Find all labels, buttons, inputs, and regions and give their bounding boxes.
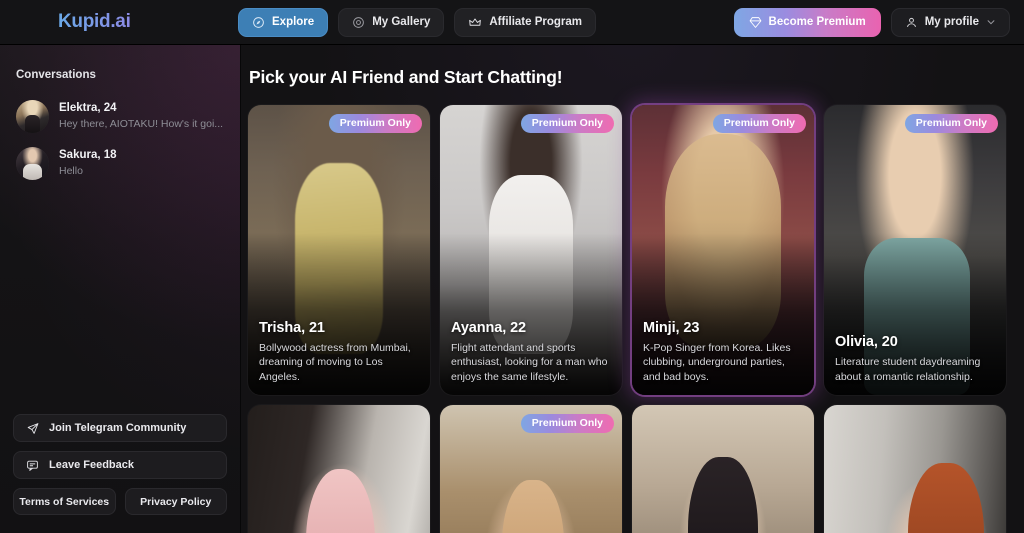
join-telegram-label: Join Telegram Community [49,422,187,434]
sidebar: Conversations Elektra, 24 Hey there, AIO… [0,45,241,533]
character-card-row2-1[interactable] [248,405,430,533]
crown-icon [468,16,482,29]
app-logo[interactable]: Kupid.ai [58,11,238,33]
terms-of-services-link[interactable]: Terms of Services [13,488,116,515]
user-icon [905,16,918,29]
character-description: Flight attendant and sports enthusiast, … [451,341,608,383]
conversation-name: Elektra, 24 [59,102,117,115]
main-content: Pick your AI Friend and Start Chatting! … [241,45,1024,533]
app-root: Kupid.ai Explore My Gallery Affiliate Pr… [0,0,1024,533]
character-name: Minji, 23 [643,319,700,336]
premium-only-badge: Premium Only [520,414,614,433]
character-card-olivia[interactable]: Premium Only Olivia, 20 Literature stude… [824,105,1006,395]
privacy-policy-link[interactable]: Privacy Policy [124,488,227,515]
nav-tab-affiliate-program-label: Affiliate Program [489,16,583,28]
join-telegram-button[interactable]: Join Telegram Community [13,414,227,442]
header-actions: Become Premium My profile [733,7,1010,37]
conversation-preview: Hello [59,164,83,177]
sidebar-footer: Join Telegram Community Leave Feedback T… [0,414,240,533]
primary-nav: Explore My Gallery Affiliate Program [238,7,597,37]
page-title: Pick your AI Friend and Start Chatting! [249,67,563,87]
premium-only-badge: Premium Only [328,114,422,133]
character-description: K-Pop Singer from Korea. Likes clubbing,… [643,341,791,383]
message-icon [26,459,39,472]
conversation-item-sakura[interactable]: Sakura, 18 Hello [0,140,240,187]
paper-plane-icon [26,422,39,435]
avatar [16,100,49,133]
become-premium-label: Become Premium [768,16,866,28]
become-premium-button[interactable]: Become Premium [733,7,881,37]
chevron-down-icon [986,17,996,27]
diamond-icon [749,16,762,29]
character-name: Ayanna, 22 [451,319,527,336]
nav-tab-my-gallery-label: My Gallery [372,16,431,28]
conversation-list: Elektra, 24 Hey there, AIOTAKU! How's it… [0,93,240,187]
camera-icon [352,16,365,29]
character-photo [248,405,430,533]
compass-icon [252,16,265,29]
my-profile-label: My profile [924,16,979,28]
character-photo [824,405,1006,533]
character-name: Olivia, 20 [835,334,898,351]
conversation-name: Sakura, 18 [59,149,117,162]
character-card-minji[interactable]: Premium Only Minji, 23 K-Pop Singer from… [632,105,814,395]
character-card-row2-2[interactable]: Premium Only [440,405,622,533]
character-card-ayanna[interactable]: Premium Only Ayanna, 22 Flight attendant… [440,105,622,395]
avatar [16,147,49,180]
character-photo [632,405,814,533]
character-description: Bollywood actress from Mumbai, dreaming … [259,341,411,383]
nav-tab-affiliate-program[interactable]: Affiliate Program [454,7,597,37]
premium-only-badge: Premium Only [904,114,998,133]
character-description: Literature student daydreaming about a r… [835,356,981,383]
conversation-preview: Hey there, AIOTAKU! How's it goi... [59,117,224,130]
premium-only-badge: Premium Only [712,114,806,133]
conversation-item-elektra[interactable]: Elektra, 24 Hey there, AIOTAKU! How's it… [0,93,240,140]
my-profile-button[interactable]: My profile [890,7,1010,37]
body-row: Conversations Elektra, 24 Hey there, AIO… [0,45,1024,533]
character-card-row2-3[interactable] [632,405,814,533]
nav-tab-explore[interactable]: Explore [238,7,329,37]
top-header: Kupid.ai Explore My Gallery Affiliate Pr… [0,0,1024,45]
conversations-heading: Conversations [16,69,96,81]
nav-tab-explore-label: Explore [272,16,315,28]
character-card-row2-4[interactable] [824,405,1006,533]
premium-only-badge: Premium Only [520,114,614,133]
leave-feedback-label: Leave Feedback [49,459,134,471]
leave-feedback-button[interactable]: Leave Feedback [13,451,227,479]
character-name: Trisha, 21 [259,319,325,336]
character-grid: Premium Only Trisha, 21 Bollywood actres… [248,105,1024,533]
character-card-trisha[interactable]: Premium Only Trisha, 21 Bollywood actres… [248,105,430,395]
nav-tab-my-gallery[interactable]: My Gallery [338,7,445,37]
